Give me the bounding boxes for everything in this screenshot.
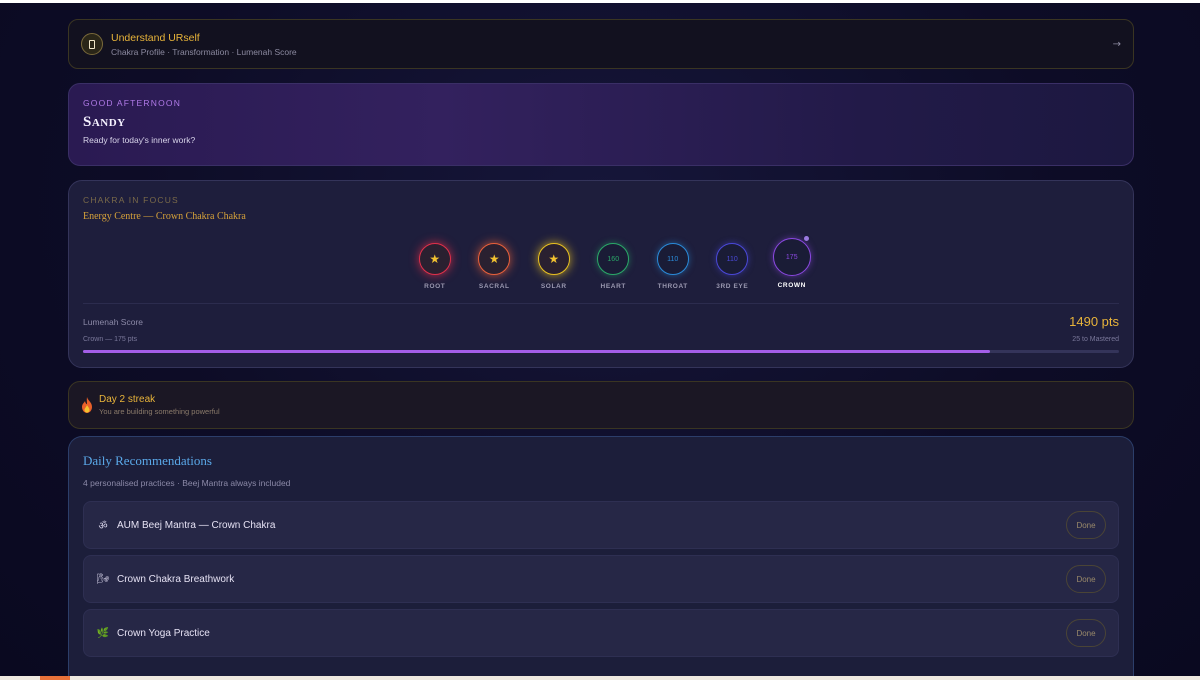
recommendation-list: ॐ AUM Beej Mantra — Crown Chakra Done 🌬 Crow… [83,501,1119,663]
star-icon: ★ [429,252,441,266]
divider [83,303,1119,304]
done-button[interactable]: Done [1066,511,1106,539]
chakra-name: SACRAL [478,283,510,290]
chakra-row: ★ ROOT ★ SACRAL ★ SOLAR 160 HEART 110 THROAT 110 3R… [405,236,822,290]
progress-bar [83,350,1119,353]
chakra-name: THROAT [657,283,688,290]
chakra-points: 160 [607,255,620,263]
recommendation-item[interactable]: 🌬 Crown Chakra Breathwork Done [83,555,1119,603]
herb-icon: 🌿 [96,627,110,639]
daily-recommendations-card: Daily Recommendations 4 personalised pra… [68,436,1134,676]
star-icon: ★ [548,252,560,266]
user-name: Sandy [83,114,126,130]
chakra-orb: ★ [478,243,511,275]
chakra-points: 110 [667,255,679,263]
recommendations-subtitle: 4 personalised practices · Beej Mantra a… [83,478,291,488]
progress-bar-fill [83,350,990,353]
done-button[interactable]: Done [1066,565,1106,593]
chakra-name: SOLAR [540,283,567,290]
om-icon: ॐ [98,521,108,532]
greeting-card: GOOD AFTERNOON Sandy Ready for today's i… [68,83,1134,166]
chakra-name: CROWN [777,282,806,289]
chakra-orb: ★ [418,243,451,275]
chakra-orb: 110 [716,243,749,275]
chakra-throat[interactable]: 110 THROAT [643,243,703,290]
chakra-name: ROOT [424,283,446,290]
profile-badge-icon [81,33,103,55]
chakra-focus-card: CHAKRA IN FOCUS Energy Centre — Crown Ch… [68,180,1134,368]
star-icon: ★ [488,252,500,266]
chakra-solar[interactable]: ★ SOLAR [524,243,584,290]
chakra-orb: 160 [597,243,630,275]
greeting-label: GOOD AFTERNOON [83,98,182,108]
recommendation-label: Crown Yoga Practice [117,627,210,639]
lumenah-score-value: 1490 pts [1069,314,1119,329]
recommendation-item[interactable]: ॐ AUM Beej Mantra — Crown Chakra Done [83,501,1119,549]
chakra-heart[interactable]: 160 HEART [584,243,644,290]
banner-subtitle: Chakra Profile · Transformation · Lumena… [111,46,297,57]
current-chakra-points: Crown — 175 pts [83,336,138,343]
banner-title: Understand URself [111,31,200,44]
chakra-focus-label: CHAKRA IN FOCUS [83,195,179,205]
points-to-mastered: 25 to Mastered [1072,336,1119,343]
chakra-crown[interactable]: 175 CROWN [762,236,822,290]
done-button[interactable]: Done [1066,619,1106,647]
chakra-name: 3RD EYE [716,283,749,290]
chakra-focus-subtitle: Energy Centre — Crown Chakra Chakra [83,211,246,222]
chakra-name: HEART [600,283,626,290]
recommendations-title: Daily Recommendations [83,453,212,468]
chakra-orb: ★ [537,243,570,275]
greeting-subtitle: Ready for today's inner work? [83,135,196,145]
chakra-sacral[interactable]: ★ SACRAL [465,243,525,290]
chakra-orb: 175 [772,236,811,276]
recommendation-label: Crown Chakra Breathwork [117,573,235,585]
streak-subtitle: You are building something powerful [99,407,220,416]
understand-urself-banner[interactable]: Understand URself Chakra Profile · Trans… [68,19,1134,69]
recommendation-label: AUM Beej Mantra — Crown Chakra [117,519,276,531]
chakra-points: 110 [726,255,738,263]
top-border [0,0,1200,3]
bottom-border [0,676,1200,680]
arrow-right-icon[interactable]: → [1113,39,1121,50]
wind-icon: 🌬 [96,573,110,585]
chakra-orb: 110 [656,243,689,275]
active-indicator [803,236,809,241]
streak-title: Day 2 streak [99,394,156,405]
chakra-3rd-eye[interactable]: 110 3RD EYE [703,243,763,290]
recommendation-item[interactable]: 🌿 Crown Yoga Practice Done [83,609,1119,657]
chakra-points: 175 [785,253,798,261]
flame-icon [82,397,92,413]
streak-card: Day 2 streak You are building something … [68,381,1134,429]
chakra-root[interactable]: ★ ROOT [405,243,465,290]
lumenah-score-label: Lumenah Score [83,317,144,327]
